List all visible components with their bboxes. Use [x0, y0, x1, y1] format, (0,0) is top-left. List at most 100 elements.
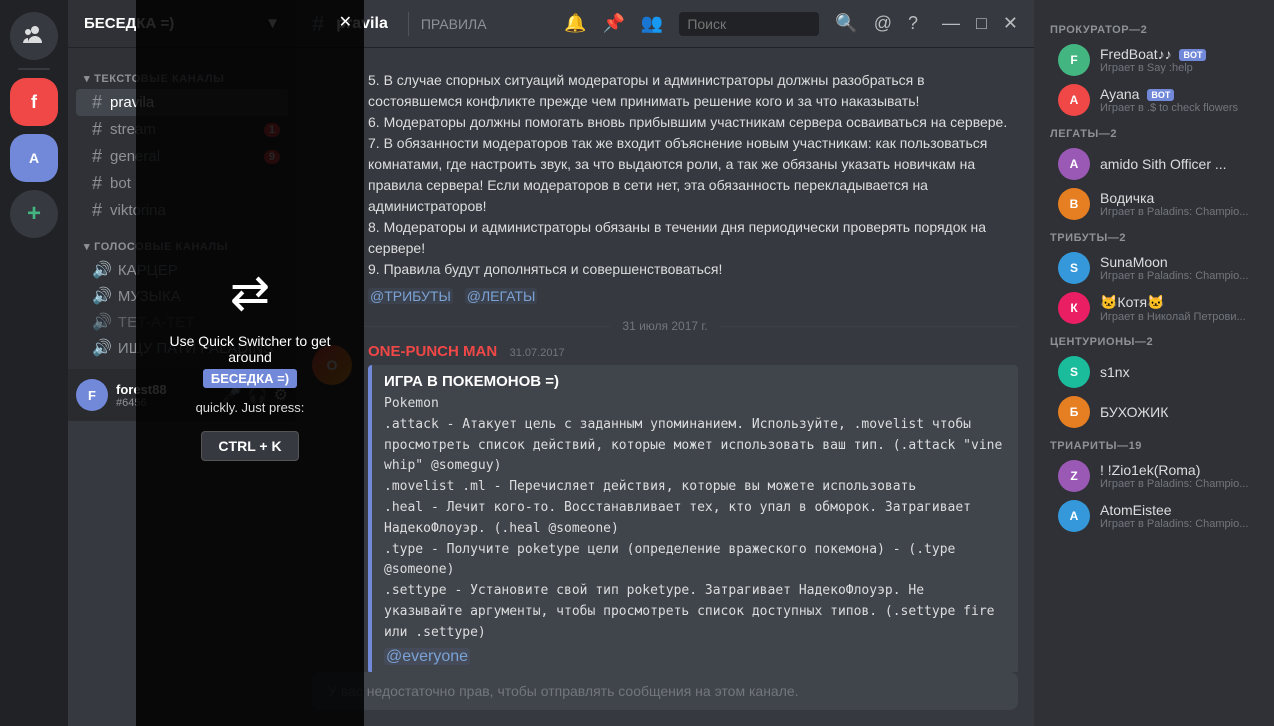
member-item-amido[interactable]: A amido Sith Officer ... [1042, 144, 1266, 184]
members-sidebar: ПРОКУРАТОР—2 F FredBoat♪♪ BOT Играет в S… [1034, 0, 1274, 726]
bell-icon[interactable]: 🔔 [564, 13, 586, 34]
member-category-prokurator: ПРОКУРАТОР—2 [1034, 16, 1274, 40]
member-item-fredboat[interactable]: F FredBoat♪♪ BOT Играет в Say :help [1042, 40, 1266, 80]
server-icon-add[interactable]: + [10, 190, 58, 238]
channel-hash-icon: # [92, 119, 102, 140]
minimize-button[interactable]: — [942, 13, 960, 34]
message-mention-everyone-1: @everyone [384, 648, 1006, 666]
message-input: У вас недостаточно прав, чтобы отправлят… [312, 672, 1018, 710]
member-info-s1nx: s1nx [1100, 364, 1258, 380]
main-content: # pravila ПРАВИЛА 🔔 📌 👥 🔍 @ ? — □ ✕ 5. В… [296, 0, 1034, 726]
date-divider-1: 31 июля 2017 г. [296, 311, 1034, 341]
member-avatar-ayana: A [1058, 84, 1090, 116]
mention-icon[interactable]: @ [874, 13, 892, 34]
voice-icon: 🔊 [92, 260, 112, 280]
member-name-ayana: Ayana BOT [1100, 86, 1258, 102]
help-icon[interactable]: ? [908, 13, 918, 34]
member-info-atomeistee: AtomEistee Играет в Paladins: Champio... [1100, 502, 1258, 530]
maximize-button[interactable]: □ [976, 13, 987, 34]
user-avatar: F [76, 379, 108, 411]
member-info-sunamoon: SunaMoon Играет в Paladins: Champio... [1100, 254, 1258, 282]
member-status-fredboat: Играет в Say :help [1100, 62, 1258, 74]
member-status-atomeistee: Играет в Paladins: Champio... [1100, 518, 1258, 530]
close-button[interactable]: ✕ [1003, 13, 1018, 34]
member-info-fredboat: FredBoat♪♪ BOT Играет в Say :help [1100, 46, 1258, 74]
channel-header-divider [408, 12, 409, 36]
member-status-kotya: Играет в Николай Петрови... [1100, 311, 1258, 323]
server-icon-friends[interactable] [10, 12, 58, 60]
channel-hash-icon: # [92, 173, 102, 194]
bot-badge: BOT [1179, 49, 1206, 61]
member-item-atomeistee[interactable]: A AtomEistee Играет в Paladins: Champio.… [1042, 496, 1266, 536]
member-name-fredboat: FredBoat♪♪ BOT [1100, 46, 1258, 62]
quick-switcher-label: БЕСЕДКА =) [203, 369, 297, 388]
member-info-ayana: Ayana BOT Играет в .$ to check flowers [1100, 86, 1258, 114]
member-item-kotya[interactable]: К 🐱Котя🐱 Играет в Николай Петрови... [1042, 288, 1266, 328]
member-item-vodichka[interactable]: В Водичка Играет в Paladins: Champio... [1042, 184, 1266, 224]
member-item-zio1ek[interactable]: Z ! !Zio1ek(Roma) Играет в Paladins: Cha… [1042, 456, 1266, 496]
member-name-kotya: 🐱Котя🐱 [1100, 294, 1258, 311]
quick-switcher-overlay: ✕ ⇄ Use Quick Switcher to get around БЕС… [136, 0, 364, 726]
rules-mentions: @ТРИБУТЫ @ЛЕГАТЫ [368, 286, 1018, 307]
member-item-ayana[interactable]: A Ayana BOT Играет в .$ to check flowers [1042, 80, 1266, 120]
server-list: f A + [0, 0, 68, 726]
quick-switcher-close[interactable]: ✕ [339, 12, 352, 32]
member-name-buhozhik: БУХОЖИК [1100, 404, 1258, 420]
quick-switcher-icon: ⇄ [230, 265, 270, 321]
server-icon-active[interactable]: A [10, 134, 58, 182]
member-name-atomeistee: AtomEistee [1100, 502, 1258, 518]
server-icon-f[interactable]: f [10, 78, 58, 126]
member-item-s1nx[interactable]: S s1nx [1042, 352, 1266, 392]
member-category-legati: ЛЕГАТЫ—2 [1034, 120, 1274, 144]
member-avatar-fredboat: F [1058, 44, 1090, 76]
message-box-title-1: ИГРА В ПОКЕМОНОВ =) [384, 373, 1006, 390]
member-info-zio1ek: ! !Zio1ek(Roma) Играет в Paladins: Champ… [1100, 462, 1258, 490]
quick-switcher-desc: quickly. Just press: [196, 400, 305, 415]
rules-message: 5. В случае спорных ситуаций модераторы … [296, 64, 1034, 311]
channel-header: # pravila ПРАВИЛА 🔔 📌 👥 🔍 @ ? — □ ✕ [296, 0, 1034, 48]
mention-tributi: @ТРИБУТЫ [368, 288, 453, 304]
pin-icon[interactable]: 📌 [602, 13, 624, 34]
input-area: У вас недостаточно прав, чтобы отправлят… [296, 672, 1034, 726]
rules-text: 5. В случае спорных ситуаций модераторы … [368, 70, 1018, 280]
member-name-sunamoon: SunaMoon [1100, 254, 1258, 270]
channel-header-topic: ПРАВИЛА [421, 16, 552, 32]
channel-hash-icon: # [92, 146, 102, 167]
member-category-triariti: ТРИАРИТЫ—19 [1034, 432, 1274, 456]
channel-hash-icon: # [92, 92, 102, 113]
message-box-1: ИГРА В ПОКЕМОНОВ =) Pokemon .attack - Ат… [368, 365, 1018, 672]
member-avatar-sunamoon: S [1058, 252, 1090, 284]
member-item-sunamoon[interactable]: S SunaMoon Играет в Paladins: Champio... [1042, 248, 1266, 288]
header-icons: 🔔 📌 👥 🔍 @ ? — □ ✕ [564, 12, 1018, 36]
member-avatar-buhozhik: Б [1058, 396, 1090, 428]
member-status-sunamoon: Играет в Paladins: Champio... [1100, 270, 1258, 282]
member-info-vodichka: Водичка Играет в Paladins: Champio... [1100, 190, 1258, 218]
quick-switcher-shortcut[interactable]: CTRL + K [201, 431, 298, 461]
search-input[interactable] [679, 12, 819, 36]
message-group-1: O ONE-PUNCH MAN 31.07.2017 ИГРА В ПОКЕМО… [296, 341, 1034, 672]
member-info-buhozhik: БУХОЖИК [1100, 404, 1258, 420]
voice-icon: 🔊 [92, 286, 112, 306]
member-name-vodichka: Водичка [1100, 190, 1258, 206]
bot-badge: BOT [1147, 89, 1174, 101]
member-avatar-kotya: К [1058, 292, 1090, 324]
messages-area: 5. В случае спорных ситуаций модераторы … [296, 48, 1034, 672]
search-icon[interactable]: 🔍 [835, 13, 857, 34]
member-name-s1nx: s1nx [1100, 364, 1258, 380]
server-divider [18, 68, 50, 70]
voice-icon: 🔊 [92, 338, 112, 358]
channel-hash-icon: # [92, 200, 102, 221]
member-status-ayana: Играет в .$ to check flowers [1100, 102, 1258, 114]
member-category-tributi: ТРИБУТЫ—2 [1034, 224, 1274, 248]
message-box-content-1: Pokemon .attack - Атакует цель с заданны… [384, 394, 1006, 644]
members-icon[interactable]: 👥 [641, 13, 663, 34]
member-item-buhozhik[interactable]: Б БУХОЖИК [1042, 392, 1266, 432]
member-avatar-atomeistee: A [1058, 500, 1090, 532]
date-line [720, 326, 1018, 327]
member-avatar-zio1ek: Z [1058, 460, 1090, 492]
member-info-amido: amido Sith Officer ... [1100, 156, 1258, 172]
member-category-centurioni: ЦЕНТУРИОНЫ—2 [1034, 328, 1274, 352]
voice-icon-muted: 🔊 [92, 312, 112, 332]
member-name-amido: amido Sith Officer ... [1100, 156, 1258, 172]
member-status-zio1ek: Играет в Paladins: Champio... [1100, 478, 1258, 490]
